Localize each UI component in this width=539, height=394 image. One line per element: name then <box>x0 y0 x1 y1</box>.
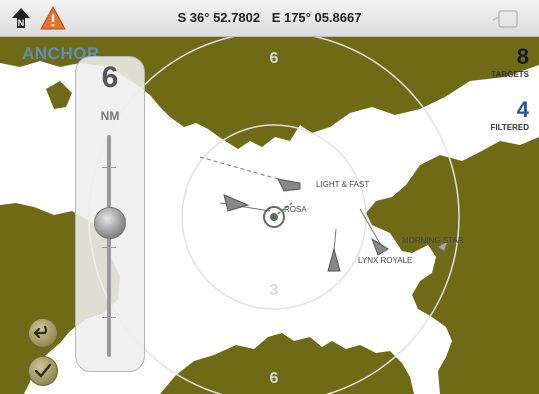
ais-anchor-screen: 3 6 6 LIGHT & FAST ROSA MORNING STAR LYN… <box>0 0 539 394</box>
range-unit: NM <box>100 109 120 123</box>
filtered-counter: 4 FILTERED <box>490 97 529 133</box>
range-value: 6 <box>101 61 119 94</box>
longitude-text: E 175° 05.8667 <box>271 10 362 25</box>
slider-tick <box>102 167 116 168</box>
ring-label-outer-top: 6 <box>270 50 279 67</box>
range-slider-knob[interactable] <box>94 207 126 239</box>
status-bar: N S 36° 52.7802 E 175° 05.8667 <box>0 0 539 37</box>
vessel-label-morning-star: MORNING STAR <box>402 236 464 245</box>
vessel-label-light-fast: LIGHT & FAST <box>316 180 369 189</box>
position-readout: S 36° 52.7802 E 175° 05.8667 <box>0 0 539 36</box>
undo-icon <box>33 325 48 339</box>
filtered-count: 4 <box>516 97 529 122</box>
slider-tick <box>102 247 116 248</box>
targets-label: TARGETS <box>491 70 529 79</box>
slider-tick <box>102 317 116 318</box>
ring-label-outer-bottom: 6 <box>270 370 279 387</box>
screen-toggle-icon[interactable] <box>491 9 521 29</box>
range-control-panel: 6 NM <box>75 56 145 372</box>
undo-button[interactable] <box>28 318 58 348</box>
filtered-label: FILTERED <box>490 123 529 132</box>
targets-counter: 8 TARGETS <box>491 44 529 80</box>
vessel-label-lynx-royale: LYNX ROYALE <box>358 256 412 265</box>
targets-count: 8 <box>516 44 529 69</box>
accept-button[interactable] <box>28 356 58 386</box>
ring-label-inner: 3 <box>270 282 279 299</box>
checkmark-icon <box>34 363 52 378</box>
vessel-label-rosa: ROSA <box>284 205 307 214</box>
latitude-text: S 36° 52.7802 <box>177 10 261 25</box>
range-slider-track[interactable] <box>107 135 111 357</box>
